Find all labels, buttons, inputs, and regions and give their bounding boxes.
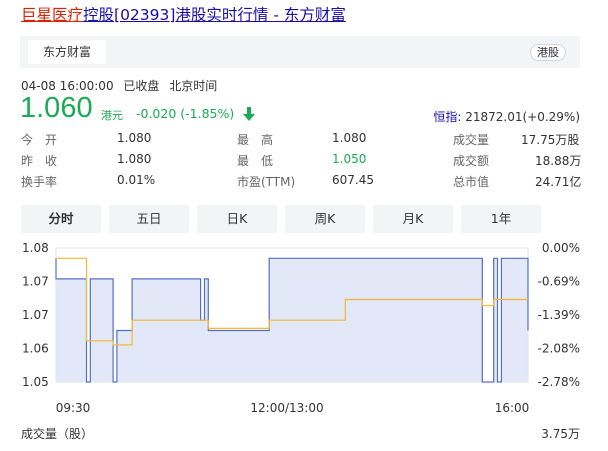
tab-five-day[interactable]: 五日 [109, 205, 189, 233]
price-unit: 港元 [101, 109, 123, 122]
stat-label: 成交量 [453, 133, 490, 147]
y-tick-label-right: 0.00% [542, 241, 580, 255]
market-badge: 港股 [530, 44, 566, 61]
page-title[interactable]: 巨星医疗控股[02393]港股实时行情 - 东方财富 [21, 5, 346, 25]
x-tick-label: 12:00/13:00 [250, 401, 323, 415]
stat-label: 总市值 [453, 175, 490, 189]
stat-value: 1.050 [332, 152, 367, 166]
tab-monthly-k[interactable]: 月K [373, 205, 453, 233]
stat-label: 昨 收 [21, 154, 58, 168]
title-rest-link[interactable]: 控股[02393]港股实时行情 - 东方财富 [83, 6, 346, 24]
y-tick-label-right: -2.78% [538, 375, 580, 389]
stat-label: 最 高 [237, 133, 274, 147]
y-tick-label-right: -0.69% [538, 275, 580, 289]
source-tabbar: 东方财富 港股 [20, 36, 580, 68]
price-change: -0.020 (-1.85%) [136, 106, 235, 121]
stat-label: 成交额 [453, 154, 490, 168]
intraday-chart[interactable]: 1.08 1.07 1.07 1.06 1.05 0.00% -0.69% -1.39% -2.… [0, 236, 608, 451]
y-tick-label-left: 1.07 [22, 275, 49, 289]
stat-value: 17.75万股 [521, 133, 580, 147]
volume-label: 成交量（股） [21, 427, 94, 441]
stats-row: 换手率 0.01% 市盈(TTM) 607.45 总市值 24.71亿 [21, 173, 583, 194]
stat-value: 607.45 [332, 173, 374, 187]
tab-weekly-k[interactable]: 周K [285, 205, 365, 233]
tab-daily-k[interactable]: 日K [197, 205, 277, 233]
stats-row: 今 开 1.080 最 高 1.080 成交量 17.75万股 [21, 131, 583, 152]
x-tick-label: 16:00 [495, 401, 530, 415]
hsi-index-value: : 21872.01(+0.29%) [457, 110, 580, 124]
current-price: 1.060 [20, 92, 93, 124]
market-status: 已收盘 [123, 79, 160, 93]
stat-value: 18.88万 [535, 154, 582, 168]
stat-value: 0.01% [117, 173, 156, 187]
y-tick-label-left: 1.05 [22, 375, 49, 389]
stat-label: 市盈(TTM) [237, 175, 296, 189]
y-tick-label-left: 1.06 [22, 342, 49, 356]
hsi-index-label[interactable]: 恒指 [433, 110, 457, 124]
stat-label: 今 开 [21, 133, 58, 147]
y-tick-label-left: 1.07 [22, 308, 49, 322]
title-company-link[interactable]: 巨星医疗 [21, 6, 83, 24]
intraday-chart-svg: 1.08 1.07 1.07 1.06 1.05 0.00% -0.69% -1.39% -2.… [22, 241, 580, 415]
tab-one-year[interactable]: 1年 [461, 205, 541, 233]
stat-value: 1.080 [332, 131, 367, 145]
timezone-label: 北京时间 [169, 79, 218, 93]
period-tabs: 分时 五日 日K 周K 月K 1年 [21, 205, 541, 233]
y-tick-label-right: -2.08% [538, 342, 580, 356]
x-tick-label: 09:30 [56, 401, 91, 415]
arrow-down-icon [243, 107, 255, 121]
stat-label: 换手率 [21, 175, 58, 189]
hsi-index[interactable]: 恒指: 21872.01(+0.29%) [433, 108, 580, 125]
stats-grid: 今 开 1.080 最 高 1.080 成交量 17.75万股 昨 收 1.08… [21, 131, 583, 194]
stat-value: 1.080 [117, 152, 152, 166]
volume-max: 3.75万 [541, 427, 580, 441]
stat-value: 24.71亿 [535, 175, 582, 189]
stats-row: 昨 收 1.080 最 低 1.050 成交额 18.88万 [21, 152, 583, 173]
tab-intraday[interactable]: 分时 [21, 205, 101, 233]
stat-value: 1.080 [117, 131, 152, 145]
stat-label: 最 低 [237, 154, 274, 168]
tab-eastmoney[interactable]: 东方财富 [28, 40, 106, 64]
y-tick-label-left: 1.08 [22, 241, 49, 255]
y-tick-label-right: -1.39% [538, 308, 580, 322]
